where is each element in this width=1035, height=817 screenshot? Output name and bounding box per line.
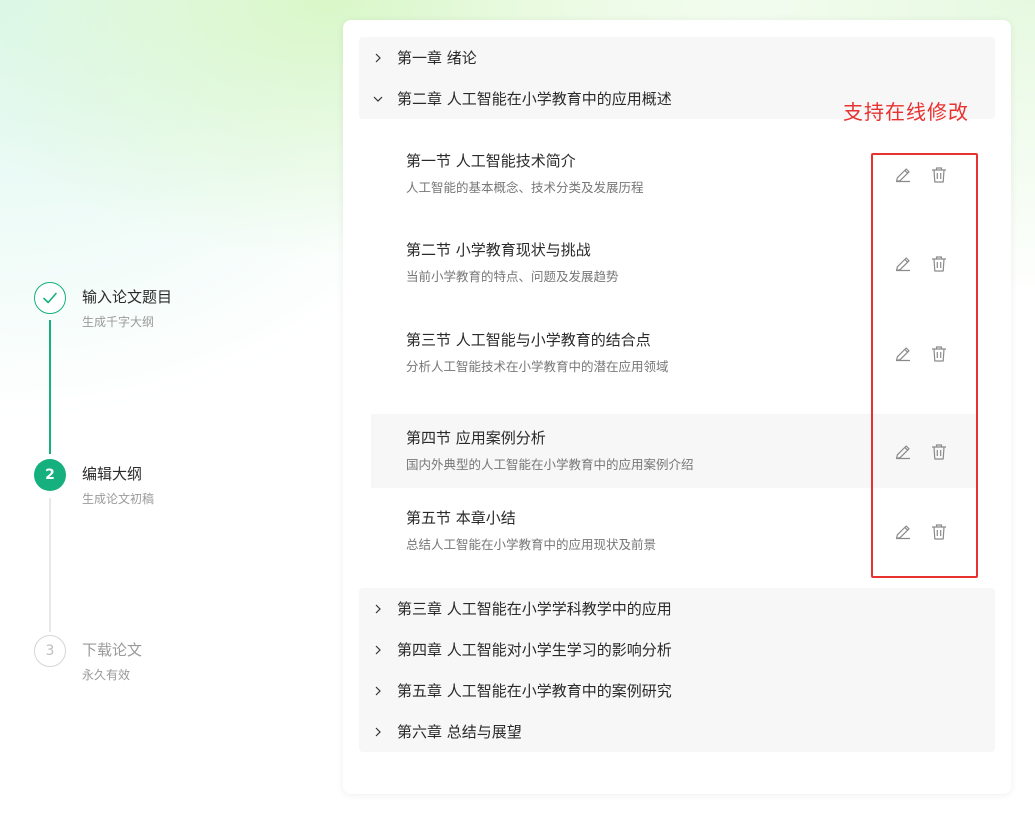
chevron-right-icon — [375, 53, 381, 62]
step-2-circle: 2 — [34, 459, 66, 491]
chevron-right-icon — [375, 645, 381, 654]
annotation-highlight-box — [871, 153, 978, 578]
check-icon — [43, 292, 57, 304]
chapter-item-6[interactable]: 第六章 总结与展望 — [359, 711, 995, 752]
chapter-item-1[interactable]: 第一章 绪论 — [359, 37, 995, 78]
step-3-subtitle: 永久有效 — [82, 668, 131, 682]
step-3-title: 下载论文 — [82, 641, 143, 659]
chapter-title: 第一章 绪论 — [397, 49, 477, 67]
step-2[interactable]: 2 编辑大纲 生成论文初稿 — [34, 459, 154, 507]
step-connector-2 — [49, 498, 51, 632]
annotation-label: 支持在线修改 — [843, 100, 969, 124]
step-3-circle: 3 — [34, 635, 66, 667]
chevron-down-icon — [373, 96, 383, 102]
step-2-subtitle: 生成论文初稿 — [82, 492, 155, 506]
chapter-title: 第六章 总结与展望 — [397, 723, 522, 741]
chapter-item-4[interactable]: 第四章 人工智能对小学生学习的影响分析 — [359, 629, 995, 670]
step-connector-1 — [49, 320, 51, 454]
chevron-right-icon — [375, 727, 381, 736]
chapter-item-5[interactable]: 第五章 人工智能在小学教育中的案例研究 — [359, 670, 995, 711]
step-1-circle — [34, 282, 66, 314]
chapter-title: 第三章 人工智能在小学学科教学中的应用 — [397, 600, 672, 618]
step-2-title: 编辑大纲 — [82, 465, 143, 483]
step-1-title: 输入论文题目 — [82, 288, 173, 306]
chapter-group-bottom: 第三章 人工智能在小学学科教学中的应用 第四章 人工智能对小学生学习的影响分析 … — [359, 588, 995, 752]
chapter-item-3[interactable]: 第三章 人工智能在小学学科教学中的应用 — [359, 588, 995, 629]
chevron-right-icon — [375, 604, 381, 613]
step-1[interactable]: 输入论文题目 生成千字大纲 — [34, 282, 172, 330]
chapter-title: 第二章 人工智能在小学教育中的应用概述 — [397, 90, 672, 108]
step-3[interactable]: 3 下载论文 永久有效 — [34, 635, 142, 683]
chapter-title: 第五章 人工智能在小学教育中的案例研究 — [397, 682, 672, 700]
chapter-title: 第四章 人工智能对小学生学习的影响分析 — [397, 641, 672, 659]
step-1-subtitle: 生成千字大纲 — [82, 315, 155, 329]
chevron-right-icon — [375, 686, 381, 695]
